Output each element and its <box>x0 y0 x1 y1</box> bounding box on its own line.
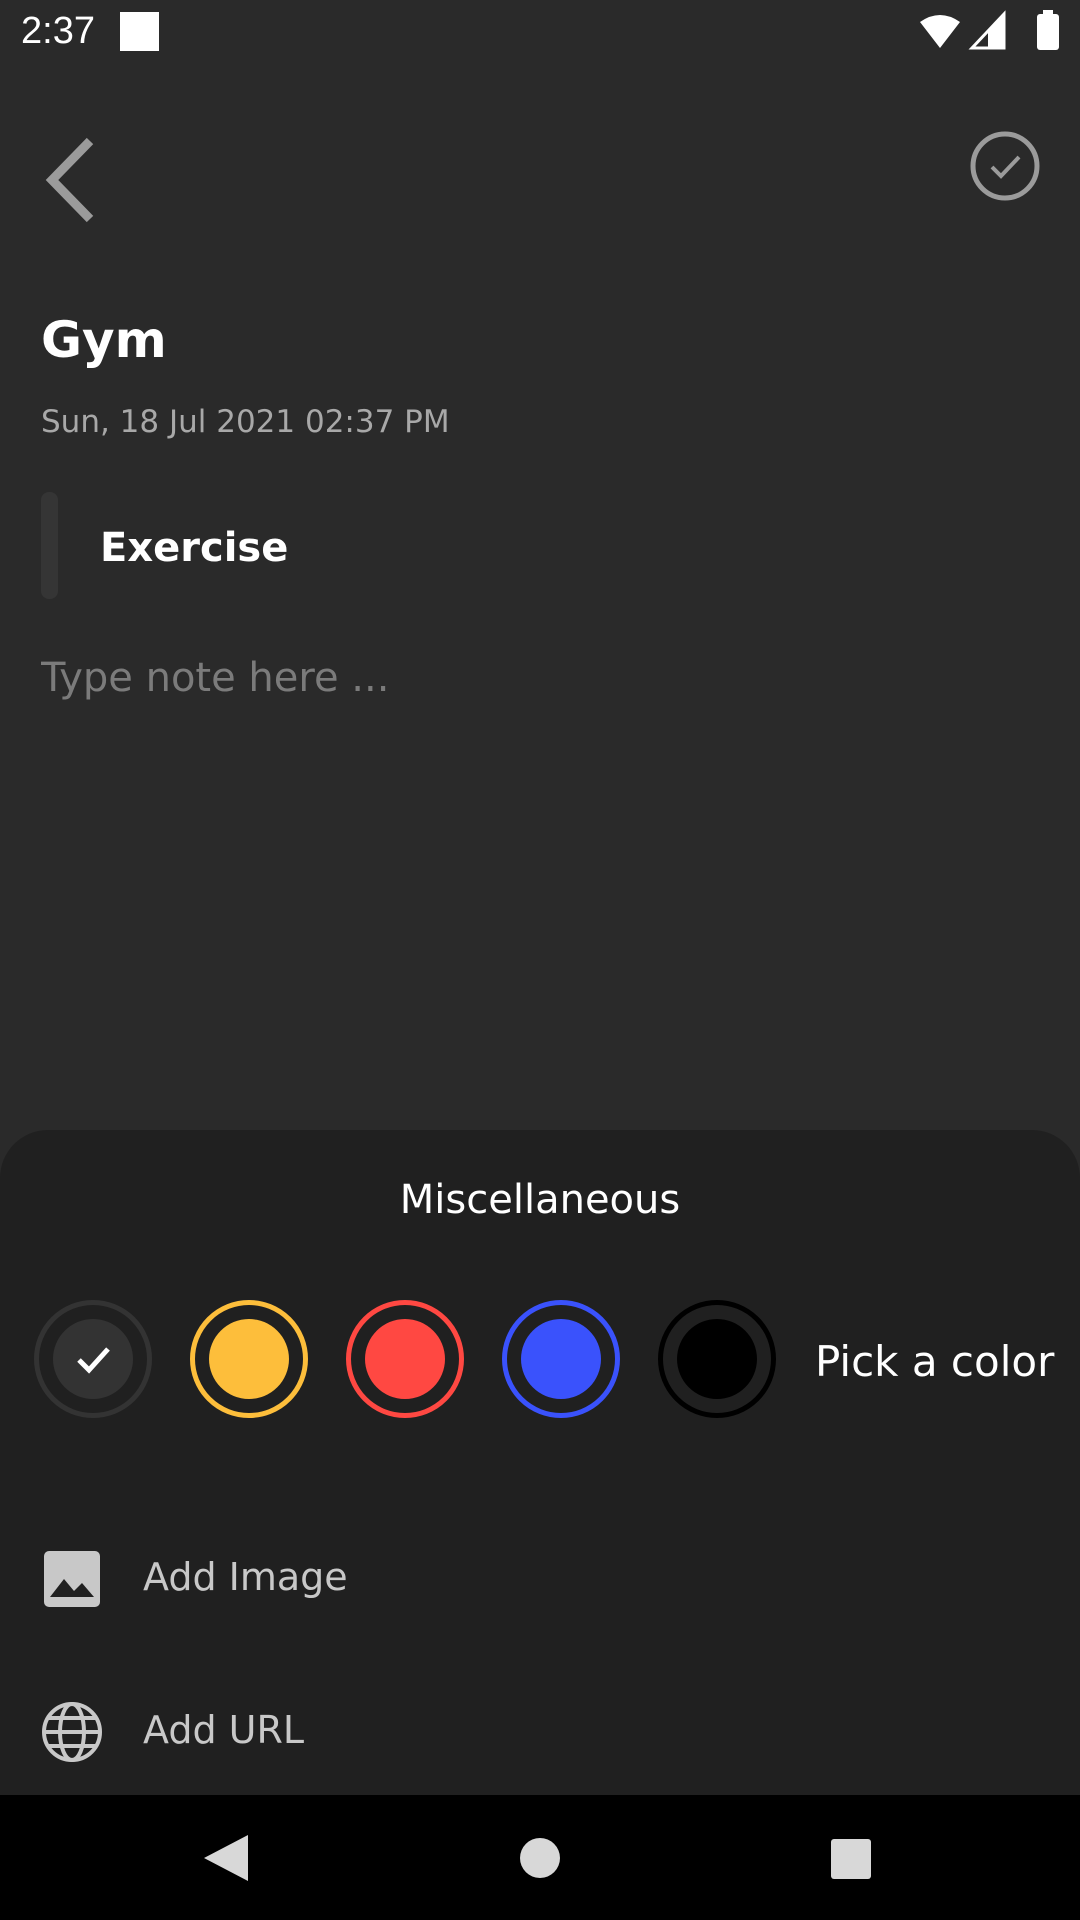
note-body-input[interactable] <box>41 650 1041 950</box>
color-option-default[interactable] <box>34 1300 152 1418</box>
color-option-black[interactable] <box>658 1300 776 1418</box>
note-title[interactable]: Gym <box>41 308 167 372</box>
recents-square-icon[interactable] <box>815 1823 885 1893</box>
note-subtitle[interactable]: Exercise <box>100 520 1000 576</box>
check-circle-icon <box>970 131 1040 201</box>
color-option-red[interactable] <box>346 1300 464 1418</box>
back-triangle-icon[interactable] <box>190 1823 260 1893</box>
add-image-label: Add Image <box>143 1555 348 1599</box>
system-nav-bar <box>0 1795 1080 1920</box>
image-icon <box>44 1551 100 1607</box>
add-image-option[interactable]: Add Image <box>0 1517 1080 1637</box>
status-bar: 2:37 <box>0 0 1080 64</box>
notification-square-icon <box>120 12 159 51</box>
chevron-left-icon <box>45 137 94 223</box>
wifi-icon <box>920 15 960 48</box>
cell-signal-icon <box>968 10 1006 50</box>
home-circle-icon[interactable] <box>505 1823 575 1893</box>
subtitle-color-indicator <box>41 492 58 599</box>
battery-icon <box>1037 10 1059 50</box>
save-note-button[interactable] <box>965 126 1045 206</box>
add-url-option[interactable]: Add URL <box>0 1670 1080 1790</box>
note-datetime: Sun, 18 Jul 2021 02:37 PM <box>41 404 450 440</box>
globe-icon <box>42 1702 102 1762</box>
color-option-yellow[interactable] <box>190 1300 308 1418</box>
status-time: 2:37 <box>21 10 95 52</box>
color-option-blue[interactable] <box>502 1300 620 1418</box>
back-button[interactable] <box>30 130 110 230</box>
note-editor-screen: 2:37 Gym Sun, 18 Jul 2021 02:37 PM Exerc… <box>0 0 1080 1920</box>
check-icon <box>77 1347 110 1374</box>
pick-color-button[interactable]: Pick a color <box>815 1334 1054 1390</box>
add-url-label: Add URL <box>143 1708 305 1752</box>
sheet-title[interactable]: Miscellaneous <box>0 1172 1080 1228</box>
